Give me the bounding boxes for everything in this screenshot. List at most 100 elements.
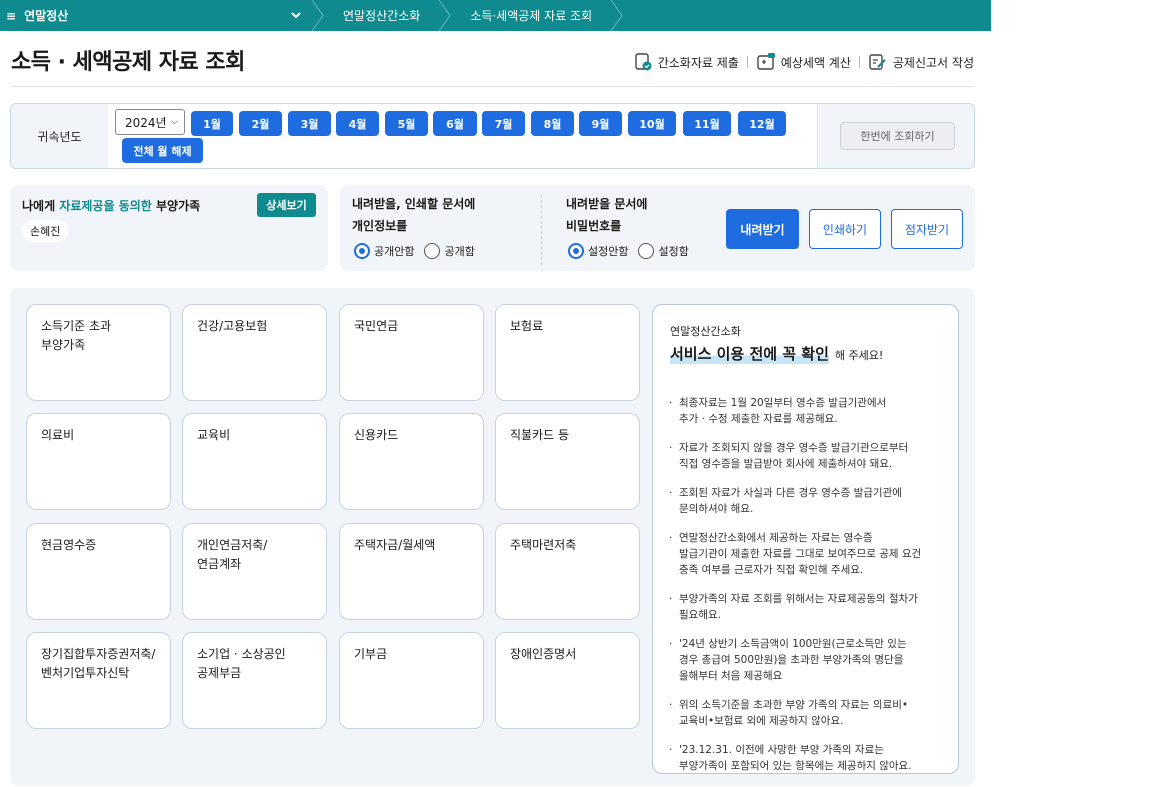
clear-all-months-button[interactable]: 전체 월 해제 [122, 138, 203, 163]
category-label: 의료비 [41, 428, 75, 442]
notice-headline-text: 서비스 이용 전에 꼭 확인 [670, 343, 829, 364]
write-deduction-form-button[interactable]: 공제신고서 작성 [868, 52, 974, 72]
breadcrumb-separator-icon [438, 0, 452, 31]
question-line: 비밀번호를 [566, 219, 622, 233]
radio-label: 공개함 [444, 245, 475, 258]
category-card[interactable]: 장기집합투자증권저축/ 벤처기업투자신탁 [26, 632, 171, 729]
radio-label: 설정함 [658, 245, 689, 258]
year-value: 2024년 [125, 115, 167, 130]
notice-item: 연말정산간소화에서 제공하는 자료는 영수증 발급기관이 제출한 자료를 그대로… [669, 530, 949, 578]
month-button-3[interactable]: 3월 [288, 111, 331, 136]
title-text: 나에게 [22, 199, 60, 213]
category-card[interactable]: 소득기준 초과 부양가족 [26, 304, 171, 401]
category-label: 장기집합투자증권저축/ 벤처기업투자신탁 [41, 647, 156, 680]
password-off-radio[interactable]: 설정안함 [568, 243, 628, 259]
divider [858, 56, 860, 68]
category-card[interactable]: 현금영수증 [26, 523, 171, 620]
braille-button[interactable]: 점자받기 [891, 209, 963, 249]
month-button-10[interactable]: 10월 [628, 111, 676, 136]
month-button-11[interactable]: 11월 [683, 111, 731, 136]
title-highlight: 자료제공을 동의한 [59, 199, 152, 213]
category-card[interactable]: 교육비 [182, 413, 327, 510]
category-label: 직불카드 등 [510, 428, 570, 442]
notice-item: 조회된 자료가 사실과 다른 경우 영수증 발급기관에 문의하셔야 해요. [669, 485, 949, 517]
print-button[interactable]: 인쇄하기 [809, 209, 881, 249]
top-nav: ≡ 연말정산 연말정산간소화 소득·세액공제 자료 조회 [0, 0, 991, 31]
month-button-9[interactable]: 9월 [579, 111, 622, 136]
divider [541, 195, 542, 265]
category-card[interactable]: 장애인증명서 [495, 632, 640, 729]
year-filter: 귀속년도 2024년 ⌵ 1월 2월 3월 4월 5월 6월 7월 8월 9월 … [10, 103, 975, 169]
month-button-8[interactable]: 8월 [531, 111, 574, 136]
edit-document-icon [869, 54, 886, 70]
category-label: 기부금 [354, 647, 388, 661]
category-label: 현금영수증 [41, 538, 97, 552]
header-actions: 간소화자료 제출 예상세액 계산 공제신고서 작성 [633, 52, 974, 72]
title-text: 부양가족 [151, 199, 201, 213]
privacy-show-radio[interactable]: 공개함 [424, 243, 475, 259]
category-grid-panel: 소득기준 초과 부양가족 건강/고용보험 국민연금 보험료 의료비 교육비 신용… [10, 288, 975, 786]
submit-simplified-data-button[interactable]: 간소화자료 제출 [633, 52, 739, 72]
download-options-panel: 내려받을, 인쇄할 문서에 개인정보를 공개안함 공개함 내려받을 문서에 비밀… [340, 185, 975, 271]
category-label: 소기업 · 소상공인 공제부금 [197, 647, 286, 680]
chevron-down-icon[interactable] [289, 8, 303, 22]
month-button-2[interactable]: 2월 [239, 111, 282, 136]
category-card[interactable]: 신용카드 [339, 413, 484, 510]
download-button[interactable]: 내려받기 [726, 209, 799, 249]
category-label: 신용카드 [354, 428, 399, 442]
action-label: 공제신고서 작성 [892, 55, 974, 70]
chevron-down-icon: ⌵ [171, 117, 178, 127]
month-button-7[interactable]: 7월 [482, 111, 525, 136]
privacy-hide-radio[interactable]: 공개안함 [354, 243, 414, 259]
category-card[interactable]: 주택마련저축 [495, 523, 640, 620]
password-question: 내려받을 문서에 비밀번호를 [566, 193, 647, 237]
estimate-tax-button[interactable]: 예상세액 계산 [756, 52, 851, 72]
privacy-question: 내려받을, 인쇄할 문서에 개인정보를 [352, 193, 475, 237]
month-button-1[interactable]: 1월 [191, 111, 233, 136]
category-card[interactable]: 직불카드 등 [495, 413, 640, 510]
month-button-12[interactable]: 12월 [738, 111, 786, 136]
month-button-5[interactable]: 5월 [385, 111, 428, 136]
notice-headline-suffix: 해 주세요! [834, 349, 884, 362]
question-line: 내려받을 문서에 [566, 197, 648, 211]
breadcrumb-item-current[interactable]: 소득·세액공제 자료 조회 [452, 0, 610, 31]
notice-subtitle: 연말정산간소화 [670, 325, 741, 338]
category-card[interactable]: 소기업 · 소상공인 공제부금 [182, 632, 327, 729]
category-label: 건강/고용보험 [197, 319, 268, 333]
notice-box: 연말정산간소화 서비스 이용 전에 꼭 확인 해 주세요! 최종자료는 1월 2… [652, 304, 959, 774]
category-label: 개인연금저축/ 연금계좌 [197, 538, 268, 571]
category-card[interactable]: 국민연금 [339, 304, 484, 401]
year-select[interactable]: 2024년 ⌵ [115, 109, 185, 135]
category-label: 국민연금 [354, 319, 399, 333]
notice-item: 부양가족의 자료 조회를 위해서는 자료제공동의 절차가 필요해요. [669, 591, 949, 623]
notice-item: '24년 상반기 소득금액이 100만원(근로소득만 있는 경우 총급여 500… [669, 636, 949, 684]
radio-checked-icon [354, 243, 370, 259]
calculator-icon [757, 53, 775, 70]
hamburger-icon[interactable]: ≡ [6, 9, 16, 23]
category-card[interactable]: 기부금 [339, 632, 484, 729]
breadcrumb-item[interactable]: 연말정산간소화 [325, 0, 438, 31]
menu-dropdown[interactable]: ≡ 연말정산 [0, 0, 311, 31]
radio-label: 설정안함 [588, 245, 629, 258]
category-label: 주택자금/월세액 [354, 538, 436, 552]
action-label: 예상세액 계산 [780, 55, 851, 70]
notice-item: '23.12.31. 이전에 사망한 부양 가족의 자료는 부양가족이 포함되어… [669, 742, 949, 774]
query-area: 한번에 조회하기 [817, 104, 974, 168]
detail-view-button[interactable]: 상세보기 [257, 193, 316, 217]
divider [11, 86, 975, 87]
password-on-radio[interactable]: 설정함 [638, 243, 689, 259]
month-button-6[interactable]: 6월 [433, 111, 477, 136]
dependents-title: 나에게 자료제공을 동의한 부양가족 [22, 197, 200, 214]
query-once-button[interactable]: 한번에 조회하기 [840, 122, 955, 150]
category-card[interactable]: 건강/고용보험 [182, 304, 327, 401]
category-card[interactable]: 의료비 [26, 413, 171, 510]
category-card[interactable]: 주택자금/월세액 [339, 523, 484, 620]
page-title: 소득 · 세액공제 자료 조회 [11, 50, 245, 75]
radio-unchecked-icon [638, 243, 655, 259]
month-button-4[interactable]: 4월 [336, 111, 379, 136]
dependent-chip[interactable]: 손혜진 [22, 220, 69, 242]
category-card[interactable]: 보험료 [495, 304, 640, 401]
category-card[interactable]: 개인연금저축/ 연금계좌 [182, 523, 327, 620]
notice-headline: 서비스 이용 전에 꼭 확인 해 주세요! [670, 343, 883, 364]
notice-item: 자료가 조회되지 않을 경우 영수증 발급기관으로부터 직접 영수증을 발급받아… [669, 440, 949, 472]
